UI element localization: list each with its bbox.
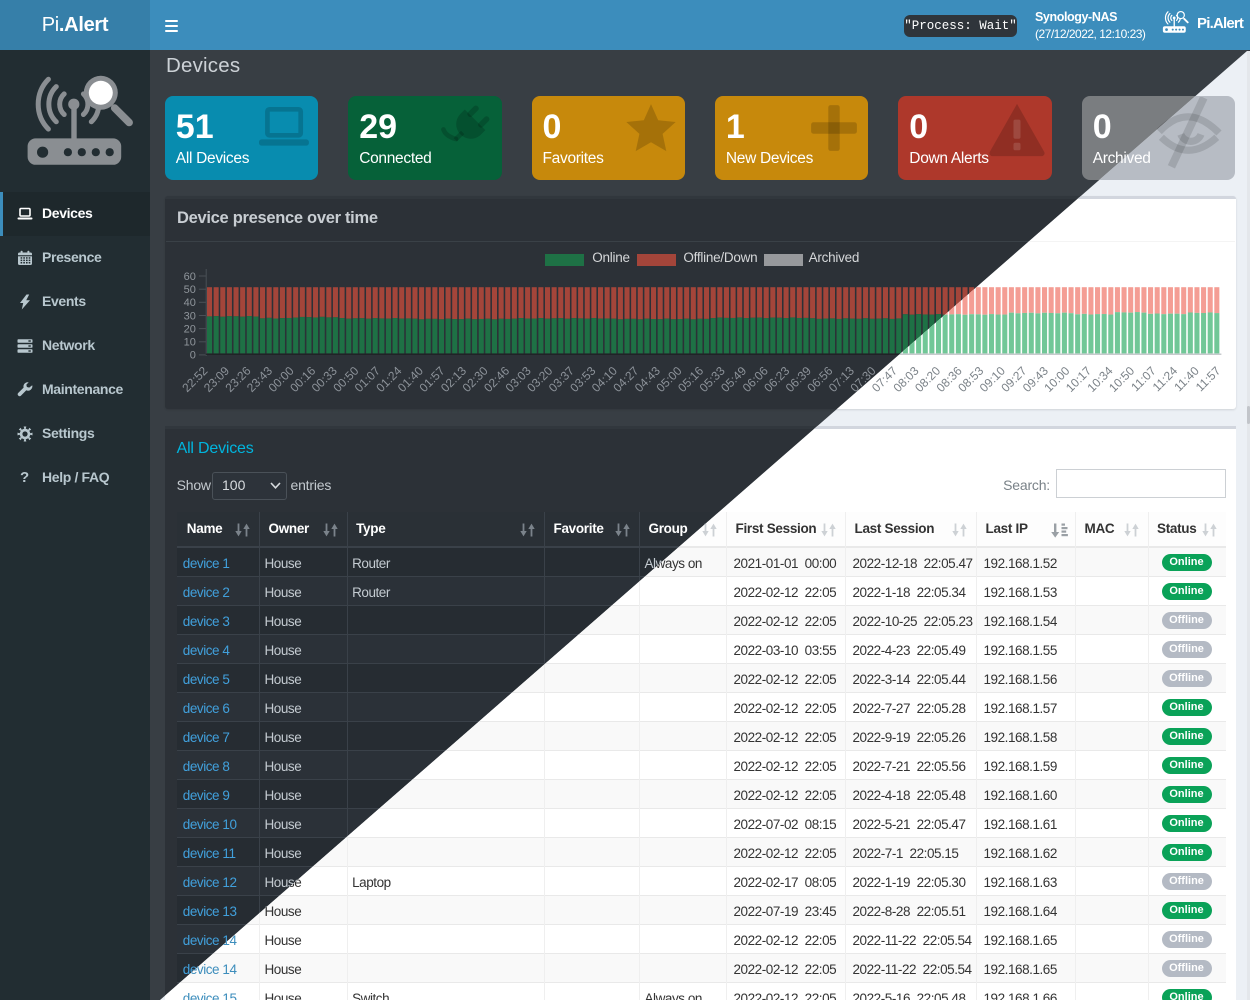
svg-text:60: 60: [183, 271, 195, 283]
svg-text:20: 20: [183, 323, 195, 335]
svg-text:0: 0: [189, 350, 195, 362]
svg-text:11:57: 11:57: [1192, 363, 1223, 394]
svg-text:40: 40: [183, 297, 195, 309]
svg-text:50: 50: [183, 284, 195, 296]
svg-text:10: 10: [183, 337, 195, 349]
svg-text:30: 30: [183, 310, 195, 322]
